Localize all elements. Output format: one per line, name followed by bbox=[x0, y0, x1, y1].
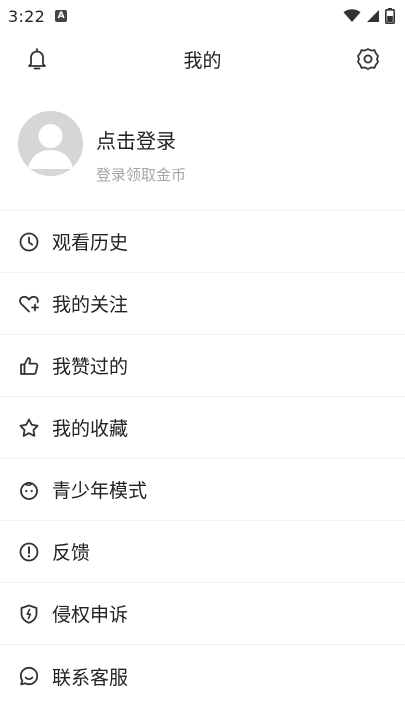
menu-item-infringement-complaint[interactable]: 侵权申诉 bbox=[0, 583, 405, 645]
star-icon bbox=[18, 417, 40, 439]
menu-item-following[interactable]: 我的关注 bbox=[0, 273, 405, 335]
menu-item-label: 我的关注 bbox=[52, 294, 129, 316]
status-right bbox=[343, 8, 395, 24]
status-left: 3:22 A bbox=[8, 6, 68, 26]
signal-icon bbox=[367, 10, 379, 22]
login-title[interactable]: 点击登录 bbox=[96, 125, 176, 154]
menu-item-feedback[interactable]: 反馈 bbox=[0, 521, 405, 583]
menu-item-watch-history[interactable]: 观看历史 bbox=[0, 211, 405, 273]
heart-plus-icon bbox=[18, 293, 40, 315]
menu-item-label: 我的收藏 bbox=[52, 418, 129, 440]
child-face-icon bbox=[18, 479, 40, 501]
menu-item-label: 侵权申诉 bbox=[52, 604, 129, 626]
menu-item-label: 青少年模式 bbox=[52, 480, 148, 502]
profile-login-card[interactable]: 点击登录 登录领取金币 bbox=[0, 100, 405, 200]
menu-item-liked[interactable]: 我赞过的 bbox=[0, 335, 405, 397]
menu-list: 观看历史 我的关注 我赞过的 我的收藏 青少年模式 反馈 侵权申诉 联系客服 bbox=[0, 211, 405, 707]
chat-bubble-icon bbox=[18, 665, 40, 687]
default-avatar-icon bbox=[18, 111, 83, 176]
menu-item-label: 反馈 bbox=[52, 542, 91, 564]
wifi-icon bbox=[343, 9, 361, 22]
gear-icon bbox=[357, 48, 379, 70]
battery-icon bbox=[385, 8, 395, 24]
clock-icon bbox=[18, 231, 40, 253]
shield-icon bbox=[18, 603, 40, 625]
menu-item-customer-service[interactable]: 联系客服 bbox=[0, 645, 405, 707]
status-bar: 3:22 A bbox=[0, 0, 405, 32]
settings-button[interactable] bbox=[355, 46, 381, 72]
avatar[interactable] bbox=[18, 111, 83, 176]
menu-item-label: 观看历史 bbox=[52, 232, 129, 254]
menu-item-favorites[interactable]: 我的收藏 bbox=[0, 397, 405, 459]
title-bar: 我的 bbox=[0, 36, 405, 80]
page-title: 我的 bbox=[183, 50, 222, 72]
menu-item-label: 联系客服 bbox=[52, 666, 129, 689]
status-time: 3:22 bbox=[8, 6, 46, 26]
thumbs-up-icon bbox=[18, 355, 40, 377]
login-subtitle: 登录领取金币 bbox=[96, 166, 187, 184]
menu-item-label: 我赞过的 bbox=[52, 356, 129, 378]
menu-item-youth-mode[interactable]: 青少年模式 bbox=[0, 459, 405, 521]
notification-icon: A bbox=[55, 10, 68, 22]
exclamation-circle-icon bbox=[18, 541, 40, 563]
